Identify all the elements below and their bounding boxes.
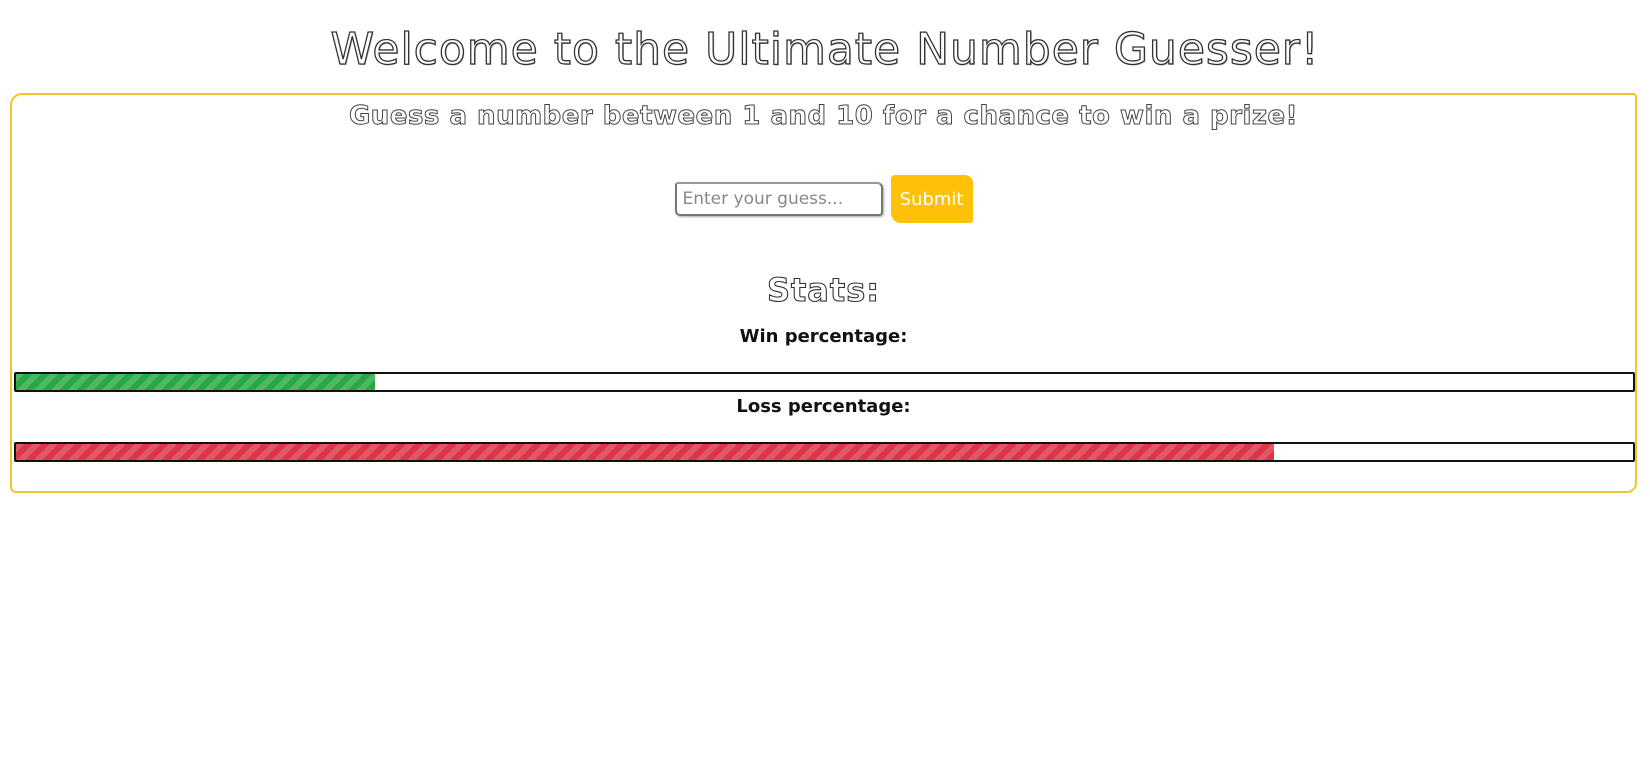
win-progress-fill (16, 374, 375, 390)
loss-percentage-label: Loss percentage: (736, 396, 911, 417)
guess-input[interactable] (674, 182, 883, 216)
page-title: Welcome to the Ultimate Number Guesser! (330, 23, 1320, 75)
win-percentage-label: Win percentage: (739, 326, 908, 347)
win-progress-bar (14, 372, 1635, 392)
guess-form: Submit (12, 173, 1635, 225)
loss-progress-bar (14, 442, 1635, 462)
game-card: Guess a number between 1 and 10 for a ch… (10, 93, 1637, 493)
loss-progress-fill (16, 444, 1275, 460)
stats-heading: Stats: (766, 270, 881, 309)
submit-button[interactable]: Submit (890, 175, 973, 223)
game-instructions: Guess a number between 1 and 10 for a ch… (348, 101, 1299, 132)
